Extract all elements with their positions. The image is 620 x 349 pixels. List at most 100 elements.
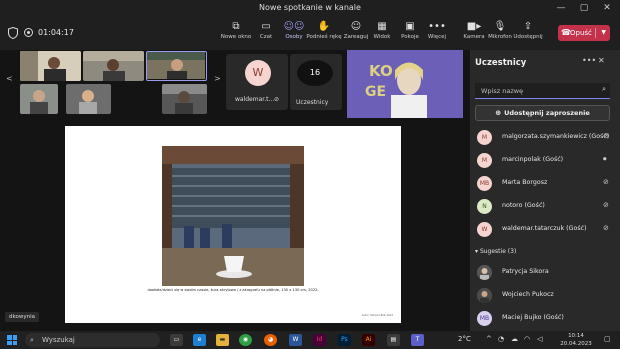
participant-video: [66, 84, 111, 114]
microphone-tray-icon[interactable]: ◔: [498, 335, 504, 343]
avatar: MB: [477, 311, 492, 326]
overflow-label: Uczestnicy: [296, 99, 329, 106]
minimize-icon[interactable]: —: [550, 0, 572, 17]
participant-row[interactable]: M marcinpolak (Gość) ⏺: [475, 152, 615, 170]
teams-icon[interactable]: T: [411, 334, 424, 346]
avatar: [477, 265, 492, 280]
video-tile[interactable]: KO GE: [347, 50, 463, 118]
photoshop-icon[interactable]: Ps: [338, 334, 351, 346]
suggestion-row[interactable]: Wojciech Pukocz: [475, 287, 615, 305]
avatar: M: [477, 130, 492, 145]
participant-name: Marta Borgosz: [502, 179, 548, 186]
speaker-icon[interactable]: ◁: [537, 335, 542, 343]
video-tile[interactable]: [20, 51, 81, 81]
participant-row[interactable]: MB Marta Borgosz ⊘: [475, 175, 615, 193]
task-view-icon[interactable]: ▭: [170, 334, 183, 346]
painting-image: [162, 146, 304, 286]
chevron-down-icon: ▾: [475, 248, 479, 255]
shared-slide: dookoła/dzieci się w swoim czasie, kura …: [65, 126, 401, 323]
clock-time: 10:14: [568, 333, 584, 339]
firefox-icon[interactable]: ◕: [264, 334, 277, 346]
leave-button[interactable]: ☎ Opuść ▼: [558, 25, 610, 41]
recording-icon: [24, 28, 33, 37]
close-icon[interactable]: ✕: [596, 0, 618, 17]
participant-name: notoro (Gość): [502, 202, 545, 209]
windows-start-icon[interactable]: [7, 335, 17, 345]
close-icon[interactable]: ✕: [598, 56, 605, 65]
avatar: W: [477, 222, 492, 237]
overflow-participants-tile[interactable]: 16 Uczestnicy: [290, 54, 342, 110]
participant-name: marcinpolak (Gość): [502, 156, 564, 163]
title-bar: Nowe spotkanie w kanale — ▢ ✕: [0, 0, 620, 17]
edge-icon[interactable]: e: [193, 334, 206, 346]
suggestion-row[interactable]: Patrycja Sikora: [475, 264, 615, 282]
avatar: N: [477, 199, 492, 214]
more-icon: •••: [428, 21, 446, 32]
chevron-down-icon[interactable]: ▼: [601, 25, 606, 41]
participant-row[interactable]: N notoro (Gość) ⊘: [475, 198, 615, 216]
wifi-icon[interactable]: ◠: [524, 335, 530, 343]
presenter-label: dkowynia: [5, 312, 39, 322]
cloud-icon[interactable]: ☁: [511, 335, 518, 343]
weather-temperature[interactable]: 2°C: [458, 335, 471, 343]
mic-off-icon: ⊘: [603, 132, 609, 140]
mic-off-icon: ⊘: [603, 224, 609, 232]
avatar: [477, 288, 492, 303]
chevron-left-icon[interactable]: <: [6, 74, 13, 83]
video-tile[interactable]: [83, 51, 144, 81]
meeting-timer: 01:04:17: [38, 28, 74, 37]
video-tile-active[interactable]: [146, 51, 207, 81]
phone-icon: ☎: [561, 28, 571, 37]
raise-hand-button[interactable]: ✋ Podnieś rękę: [306, 20, 342, 48]
participant-name: waldemar.t...: [235, 96, 275, 103]
svg-text:KO: KO: [369, 62, 393, 80]
svg-text:GE: GE: [365, 84, 386, 100]
avatar: MB: [477, 176, 492, 191]
video-tile[interactable]: [66, 84, 111, 114]
app-icon[interactable]: ▤: [387, 334, 400, 346]
video-tile[interactable]: [162, 84, 207, 114]
teams-meeting-window: Nowe spotkanie w kanale — ▢ ✕ 01:04:17 ⧉…: [0, 0, 620, 349]
share-invite-button[interactable]: ⊕ Udostępnij zaproszenie: [475, 105, 610, 121]
avatar: M: [477, 153, 492, 168]
maximize-icon[interactable]: ▢: [573, 0, 595, 17]
more-options-icon[interactable]: •••: [582, 56, 596, 65]
participants-panel: Uczestnicy ••• ✕ ⌕ ⊕Udostępnij zaproszen…: [470, 50, 620, 331]
file-explorer-icon[interactable]: ▬: [216, 334, 229, 346]
suggestion-row[interactable]: MB Maciej Bujko (Gość): [475, 310, 615, 328]
participant-name: waldemar.tatarczuk (Gość): [502, 225, 587, 232]
video-strip: < > W waldemar.t... ⊘ 16 Uczestnicy KO G…: [0, 50, 470, 118]
search-icon: ⌕: [30, 336, 34, 344]
participant-row[interactable]: M malgorzata.szymankiewicz (Gość) ⊘: [475, 129, 615, 147]
video-tile[interactable]: [20, 84, 58, 114]
raise-hand-icon: ✋: [317, 21, 331, 32]
search-input[interactable]: [475, 83, 593, 98]
participant-search[interactable]: ⌕: [475, 83, 610, 99]
participant-video: [147, 52, 205, 79]
suggestions-header[interactable]: ▾ Sugestie (3): [475, 248, 516, 255]
notifications-icon[interactable]: ▢: [604, 335, 611, 343]
indesign-icon[interactable]: Id: [313, 334, 326, 346]
mic-on-icon: ⏺: [603, 155, 607, 163]
chevron-right-icon[interactable]: >: [214, 74, 221, 83]
share-button[interactable]: ⇪ Udostępnij: [510, 20, 546, 48]
clock[interactable]: 10:14 20.04.2023: [556, 332, 596, 348]
word-icon[interactable]: W: [289, 334, 302, 346]
panel-title: Uczestnicy: [475, 58, 527, 68]
chrome-icon[interactable]: ◉: [239, 334, 252, 346]
taskbar-search[interactable]: ⌕ Wyszukaj: [25, 333, 160, 347]
chevron-up-icon[interactable]: ^: [486, 335, 492, 343]
avatar-photo: [477, 265, 492, 280]
illustrator-icon[interactable]: Ai: [362, 334, 375, 346]
leave-divider: [595, 28, 596, 38]
participant-video: [83, 51, 144, 81]
more-button[interactable]: ••• Więcej: [419, 20, 455, 48]
participant-row[interactable]: W waldemar.tatarczuk (Gość) ⊘: [475, 221, 615, 239]
participant-name: malgorzata.szymankiewicz (Gość): [502, 133, 610, 140]
clock-date: 20.04.2023: [560, 341, 592, 347]
mic-off-icon: ⊘: [603, 201, 609, 209]
participant-tile[interactable]: W waldemar.t... ⊘: [226, 54, 288, 110]
meeting-toolbar: 01:04:17 ⧉ Nowe okno ▭ Czat ☺☺ Osoby ✋ P…: [0, 17, 620, 50]
shared-content-stage: dookoła/dzieci się w swoim czasie, kura …: [0, 118, 470, 331]
participant-video: [162, 84, 207, 114]
